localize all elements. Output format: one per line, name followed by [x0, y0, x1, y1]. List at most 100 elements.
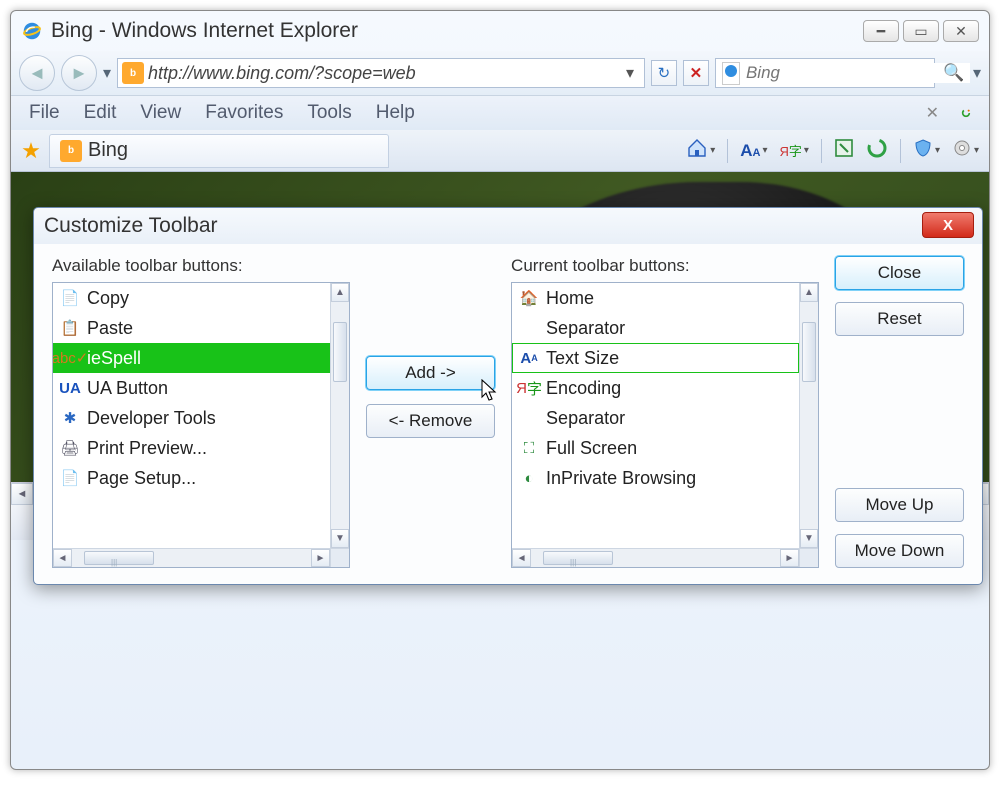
tools-button[interactable]: ▾	[948, 136, 983, 166]
address-dropdown[interactable]: ▾	[620, 63, 640, 83]
scroll-up-button[interactable]: ▲	[800, 283, 818, 302]
encoding-icon: Я字	[780, 141, 802, 160]
list-item[interactable]: Separator	[512, 313, 799, 343]
search-provider-icon	[722, 62, 740, 85]
dialog-titlebar[interactable]: Customize Toolbar X	[34, 208, 982, 244]
address-bar[interactable]: b ▾	[117, 58, 645, 88]
ie-logo-icon	[21, 20, 43, 42]
search-box[interactable]	[715, 58, 935, 88]
throbber-icon	[951, 98, 981, 128]
scroll-right-button[interactable]: ►	[780, 549, 799, 567]
menu-tools[interactable]: Tools	[297, 98, 361, 128]
home-icon: 🏠	[518, 287, 540, 309]
full-screen-button[interactable]	[830, 136, 858, 166]
scroll-thumb[interactable]: |||	[543, 551, 613, 565]
text-size-button[interactable]: AA ▾	[736, 136, 771, 166]
list-item[interactable]: 🖨 Print Preview...	[53, 433, 330, 463]
reset-button[interactable]: Reset	[835, 302, 964, 336]
close-toolbar-icon[interactable]: ✕	[918, 103, 947, 123]
search-input[interactable]	[746, 63, 970, 83]
list-item[interactable]: ✱Developer Tools	[53, 403, 330, 433]
menu-view[interactable]: View	[130, 98, 191, 128]
scroll-thumb[interactable]	[802, 322, 816, 382]
list-item[interactable]: 📄Page Setup...	[53, 463, 330, 493]
list-item-label: UA Button	[87, 378, 168, 399]
list-item[interactable]: 📄Copy	[53, 283, 330, 313]
list-item[interactable]: UA UA Button	[53, 373, 330, 403]
menu-favorites[interactable]: Favorites	[195, 98, 293, 128]
scroll-thumb[interactable]: |||	[84, 551, 154, 565]
forward-button[interactable]: ►	[61, 55, 97, 91]
maximize-button[interactable]: ▭	[903, 20, 939, 42]
scroll-left-button[interactable]: ◄	[11, 483, 33, 505]
menu-file[interactable]: File	[19, 98, 70, 128]
available-listbox[interactable]: 📄Copy 📋Paste abc✓ieSpell UA UA Button ✱De…	[52, 282, 350, 568]
refresh-button[interactable]: ↻	[651, 60, 677, 86]
vertical-scrollbar[interactable]: ▲▼	[799, 283, 818, 548]
list-item[interactable]: Я字Encoding	[512, 373, 799, 403]
print-preview-icon: 🖨	[59, 437, 81, 459]
encoding-button[interactable]: Я字 ▾	[776, 136, 813, 166]
list-item[interactable]: ⛶Full Screen	[512, 433, 799, 463]
search-go-button[interactable]: 🔍	[941, 60, 967, 86]
recent-pages-dropdown[interactable]: ▾	[103, 63, 111, 83]
scroll-right-button[interactable]: ►	[311, 549, 330, 567]
bing-favicon-icon: b	[122, 62, 144, 84]
chevron-down-icon: ▾	[935, 145, 940, 156]
home-icon	[686, 137, 708, 164]
stop-button[interactable]: ✕	[683, 60, 709, 86]
back-button[interactable]: ◄	[19, 55, 55, 91]
text-size-icon: AA	[740, 141, 760, 161]
window-controls: ━ ▭ ✕	[863, 20, 979, 42]
current-listbox[interactable]: 🏠Home Separator AAText Size Я字Encoding S…	[511, 282, 819, 568]
page-setup-icon: 📄	[59, 467, 81, 489]
list-item-label: InPrivate Browsing	[546, 468, 696, 489]
menu-edit[interactable]: Edit	[74, 98, 127, 128]
browser-tab[interactable]: b Bing	[49, 134, 389, 168]
list-item-label: Print Preview...	[87, 438, 207, 459]
move-up-button[interactable]: Move Up	[835, 488, 964, 522]
encoding-icon: Я字	[518, 377, 540, 399]
search-options-dropdown[interactable]: ▾	[973, 63, 981, 83]
inprivate-button[interactable]	[862, 136, 892, 166]
scroll-left-button[interactable]: ◄	[512, 549, 531, 567]
minimize-button[interactable]: ━	[863, 20, 899, 42]
list-item-label: Full Screen	[546, 438, 637, 459]
list-item[interactable]: Separator	[512, 403, 799, 433]
devtools-icon: ✱	[59, 407, 81, 429]
list-item[interactable]: AAText Size	[512, 343, 799, 373]
address-input[interactable]	[148, 59, 620, 87]
gear-icon	[952, 138, 972, 163]
safety-button[interactable]: ▾	[909, 136, 944, 166]
move-down-button[interactable]: Move Down	[835, 534, 964, 568]
dialog-close-button[interactable]: X	[922, 212, 974, 238]
menu-bar: File Edit View Favorites Tools Help ✕	[11, 96, 989, 130]
ua-icon: UA	[59, 377, 81, 399]
vertical-scrollbar[interactable]: ▲▼	[330, 283, 349, 548]
list-item[interactable]: ◐InPrivate Browsing	[512, 463, 799, 493]
list-item[interactable]: 📋Paste	[53, 313, 330, 343]
horizontal-scrollbar[interactable]: ◄ ||| ►	[53, 548, 330, 567]
horizontal-scrollbar[interactable]: ◄ ||| ►	[512, 548, 799, 567]
scroll-left-button[interactable]: ◄	[53, 549, 72, 567]
close-window-button[interactable]: ✕	[943, 20, 979, 42]
home-button[interactable]: ▾	[682, 136, 719, 166]
remove-button[interactable]: <- Remove	[366, 404, 495, 438]
text-size-icon: AA	[518, 347, 540, 369]
list-item[interactable]: 🏠Home	[512, 283, 799, 313]
menu-help[interactable]: Help	[366, 98, 425, 128]
window-title: Bing - Windows Internet Explorer	[51, 19, 863, 43]
add-button[interactable]: Add ->	[366, 356, 495, 390]
scroll-thumb[interactable]	[333, 322, 347, 382]
scroll-down-button[interactable]: ▼	[331, 529, 349, 548]
full-screen-icon	[834, 138, 854, 163]
favorites-star-button[interactable]: ★	[17, 137, 45, 165]
dialog-title: Customize Toolbar	[44, 214, 218, 238]
paste-icon: 📋	[59, 317, 81, 339]
scroll-up-button[interactable]: ▲	[331, 283, 349, 302]
close-button[interactable]: Close	[835, 256, 964, 290]
list-item[interactable]: abc✓ieSpell	[53, 343, 330, 373]
scroll-down-button[interactable]: ▼	[800, 529, 818, 548]
command-bar: ★ b Bing ▾ AA ▾ Я字 ▾ ▾	[11, 130, 989, 172]
list-item-label: Separator	[546, 408, 625, 429]
